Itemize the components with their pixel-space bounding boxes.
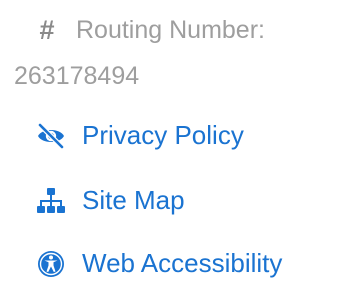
web-accessibility-link[interactable]: Web Accessibility: [36, 248, 282, 279]
privacy-policy-label: Privacy Policy: [82, 120, 244, 150]
routing-label-row: # Routing Number:: [36, 14, 265, 46]
eye-slash-icon: [36, 121, 66, 151]
site-map-link[interactable]: Site Map: [36, 185, 185, 216]
site-map-label: Site Map: [82, 185, 185, 215]
web-accessibility-label: Web Accessibility: [82, 248, 283, 278]
sitemap-icon: [36, 186, 66, 216]
hash-icon: #: [39, 14, 55, 45]
routing-label: Routing Number:: [76, 15, 265, 44]
routing-number: 263178494: [14, 62, 140, 90]
universal-access-icon: [36, 249, 66, 279]
privacy-policy-link[interactable]: Privacy Policy: [36, 120, 244, 151]
